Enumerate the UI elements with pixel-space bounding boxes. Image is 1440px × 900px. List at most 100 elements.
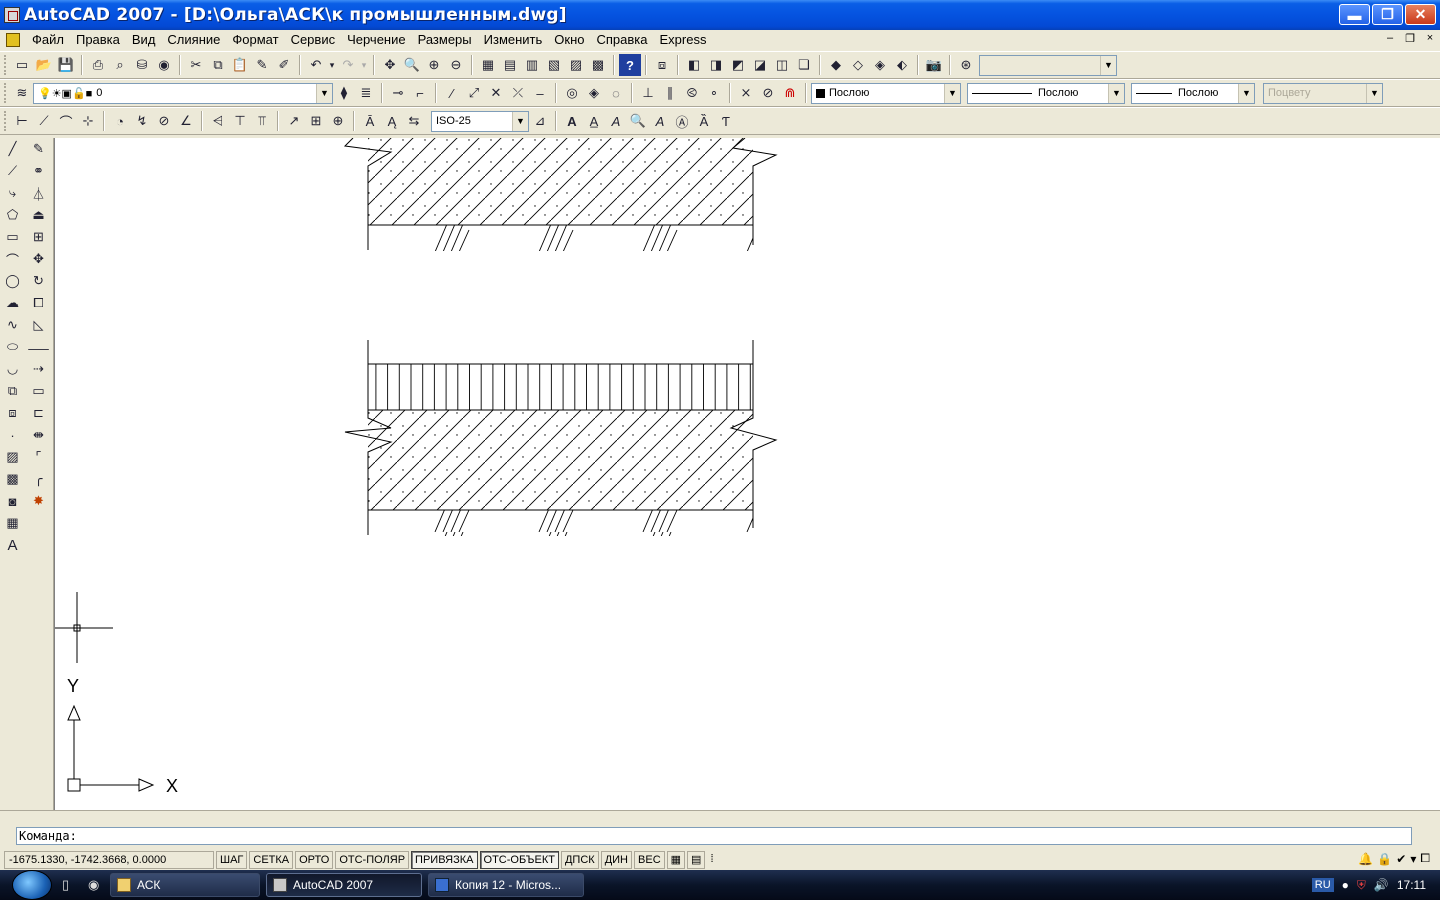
leader-icon[interactable]: ↗: [283, 110, 305, 132]
properties-icon[interactable]: ▦: [477, 54, 499, 76]
zoom-window-icon[interactable]: ⊕: [423, 54, 445, 76]
top-view-icon[interactable]: ◧: [683, 54, 705, 76]
help-icon[interactable]: ?: [619, 54, 641, 76]
move-icon[interactable]: ✥: [28, 248, 50, 270]
restore-button[interactable]: ❐: [1372, 4, 1403, 25]
menu-express[interactable]: Express: [654, 30, 713, 50]
menu-merge[interactable]: Слияние: [161, 30, 226, 50]
snap-apparent-icon[interactable]: ✕: [485, 82, 507, 104]
coordinate-readout[interactable]: -1675.1330, -1742.3668, 0.0000: [4, 851, 214, 869]
stretch-icon[interactable]: ◺: [28, 314, 50, 336]
snap-tangent-icon[interactable]: ◌: [605, 82, 627, 104]
status-menu-icon[interactable]: ▾: [1410, 852, 1416, 866]
scale-text-icon[interactable]: Ȁ: [693, 110, 715, 132]
ucs-icon[interactable]: ⊛: [955, 54, 977, 76]
named-views-icon[interactable]: ⧈: [651, 54, 673, 76]
angular-dim-icon[interactable]: ∠: [175, 110, 197, 132]
copy-icon[interactable]: ⧉: [207, 54, 229, 76]
text-style-icon[interactable]: Ⓐ: [671, 110, 693, 132]
layer-previous-icon[interactable]: ≣: [355, 82, 377, 104]
snap-quadrant-icon[interactable]: ◈: [583, 82, 605, 104]
document-icon[interactable]: [6, 33, 20, 47]
front-view-icon[interactable]: ◫: [771, 54, 793, 76]
toolbar-grip[interactable]: [4, 83, 7, 103]
region-icon[interactable]: ◙: [2, 490, 24, 512]
otrack-toggle[interactable]: ОТС-ОБЪЕКТ: [479, 851, 559, 869]
snap-extension-icon[interactable]: ⤫: [507, 82, 529, 104]
ordinate-dim-icon[interactable]: ⊹: [77, 110, 99, 132]
model-space-icon[interactable]: ▦: [666, 851, 686, 869]
edit-text-icon[interactable]: A: [605, 110, 627, 132]
communication-center-icon[interactable]: 🔔: [1358, 852, 1373, 866]
snap-parallel-icon[interactable]: ∥: [659, 82, 681, 104]
right-view-icon[interactable]: ◪: [749, 54, 771, 76]
mdi-close-button[interactable]: ×: [1422, 32, 1438, 45]
find-text-icon[interactable]: 🔍: [627, 110, 649, 132]
sheet-set-icon[interactable]: ▧: [543, 54, 565, 76]
gradient-icon[interactable]: ▩: [2, 468, 24, 490]
antivirus-icon[interactable]: ⛨: [1357, 878, 1366, 893]
erase-icon[interactable]: ✎: [28, 138, 50, 160]
snap-perpendicular-icon[interactable]: ⊥: [637, 82, 659, 104]
undo-icon[interactable]: ↶: [305, 54, 327, 76]
menu-modify[interactable]: Изменить: [478, 30, 549, 50]
multiline-text-icon[interactable]: A: [561, 110, 583, 132]
baseline-dim-icon[interactable]: ⊤: [229, 110, 251, 132]
radius-dim-icon[interactable]: ◔: [109, 110, 131, 132]
bottom-view-icon[interactable]: ◨: [705, 54, 727, 76]
snap-tracking-icon[interactable]: ⌐: [409, 82, 431, 104]
dim-text-edit-icon[interactable]: Ą: [381, 110, 403, 132]
layer-combo[interactable]: 💡☀▣🔓■ 0 ▼: [33, 82, 333, 104]
justify-text-icon[interactable]: Ƭ: [715, 110, 737, 132]
dim-edit-icon[interactable]: Ā: [359, 110, 381, 132]
menu-draw[interactable]: Черчение: [341, 30, 412, 50]
named-views-combo[interactable]: ▼: [979, 54, 1117, 76]
layer-manager-icon[interactable]: ≋: [11, 82, 33, 104]
linetype-combo[interactable]: Послою ▼: [967, 82, 1125, 104]
taskbar-button-ask[interactable]: АСК: [110, 873, 260, 897]
mirror-icon[interactable]: ⏃: [28, 182, 50, 204]
fillet-icon[interactable]: ╭: [28, 468, 50, 490]
cut-icon[interactable]: ✂: [185, 54, 207, 76]
line-icon[interactable]: ╱: [2, 138, 24, 160]
rotate-icon[interactable]: ↻: [28, 270, 50, 292]
redo-icon[interactable]: ↷: [337, 54, 359, 76]
left-view-icon[interactable]: ◩: [727, 54, 749, 76]
status-divider-icon[interactable]: ⁞: [707, 851, 717, 869]
jogged-dim-icon[interactable]: ↯: [131, 110, 153, 132]
snap-line-icon[interactable]: –: [529, 82, 551, 104]
nw-iso-icon[interactable]: ⬖: [891, 54, 913, 76]
hatch-icon[interactable]: ▨: [2, 446, 24, 468]
print-icon[interactable]: ⎙: [87, 54, 109, 76]
save-icon[interactable]: 💾: [55, 54, 77, 76]
mtext-icon[interactable]: A: [2, 534, 24, 556]
command-input[interactable]: Команда:: [16, 827, 1412, 845]
make-current-layer-icon[interactable]: ⧫: [333, 82, 355, 104]
markup-icon[interactable]: ▨: [565, 54, 587, 76]
center-mark-icon[interactable]: ⊕: [327, 110, 349, 132]
chamfer-icon[interactable]: ⌜: [28, 446, 50, 468]
spline-icon[interactable]: ∿: [2, 314, 24, 336]
snap-midpoint-icon[interactable]: ⁄: [441, 82, 463, 104]
close-button[interactable]: ✕: [1405, 4, 1436, 25]
construction-line-icon[interactable]: ⟋: [2, 160, 24, 182]
web-icon[interactable]: ◉: [153, 54, 175, 76]
toolbar-grip[interactable]: [4, 55, 7, 75]
paper-space-icon[interactable]: ▤: [687, 851, 706, 869]
linear-dim-icon[interactable]: ⊢: [11, 110, 33, 132]
snap-toggle[interactable]: ШАГ: [216, 851, 248, 869]
toolbar-lock-icon[interactable]: 🔒: [1377, 852, 1392, 866]
cad-standards-icon[interactable]: ✔: [1396, 852, 1406, 866]
snap-intersection-icon[interactable]: ⤢: [463, 82, 485, 104]
new-file-icon[interactable]: ▭: [11, 54, 33, 76]
block-editor-icon[interactable]: ✐: [273, 54, 295, 76]
paste-icon[interactable]: 📋: [229, 54, 251, 76]
dimstyle-manager-icon[interactable]: ⊿: [529, 110, 551, 132]
color-combo[interactable]: Послою ▼: [811, 82, 961, 104]
menu-help[interactable]: Справка: [591, 30, 654, 50]
snap-none-icon[interactable]: ⊘: [757, 82, 779, 104]
ne-iso-icon[interactable]: ◈: [869, 54, 891, 76]
menu-view[interactable]: Вид: [126, 30, 162, 50]
polar-toggle[interactable]: ОТС-ПОЛЯР: [335, 851, 410, 869]
back-view-icon[interactable]: ❏: [793, 54, 815, 76]
